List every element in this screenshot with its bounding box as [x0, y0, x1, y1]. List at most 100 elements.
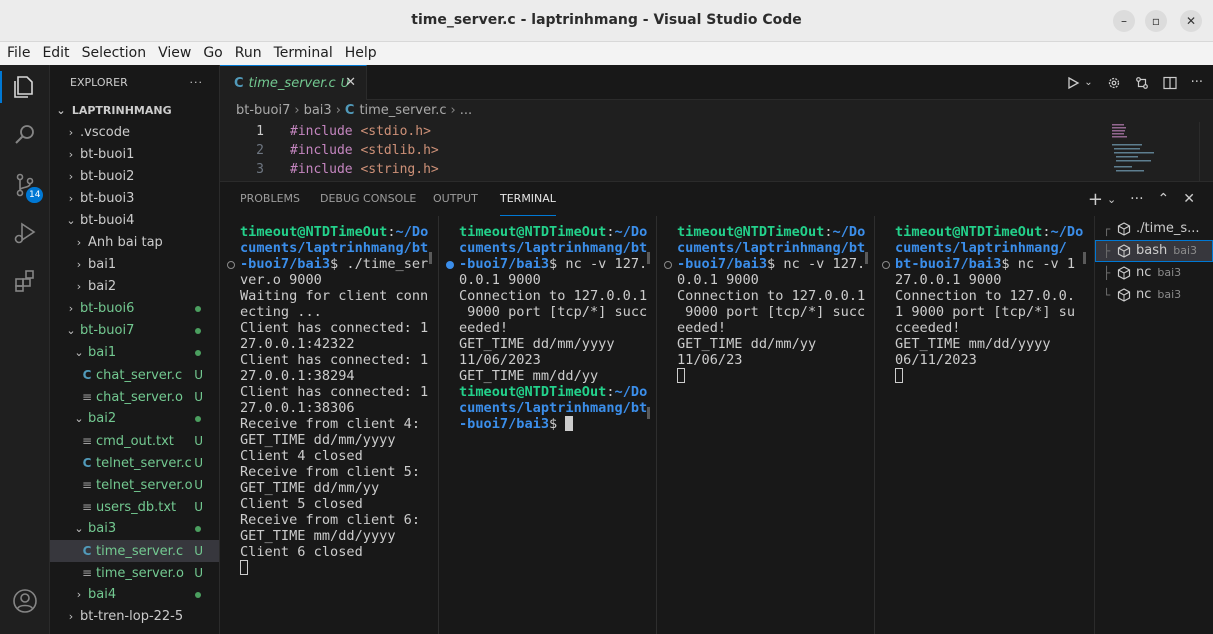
menu-run[interactable]: Run: [231, 42, 266, 64]
maximize-button[interactable]: ▫: [1145, 10, 1167, 32]
tree-item-label: bt-buoi4: [80, 213, 135, 228]
terminal-scrollbar[interactable]: [865, 252, 868, 264]
terminal-divider[interactable]: [874, 216, 875, 634]
file-item[interactable]: Ctime_server.c U: [50, 540, 219, 562]
breadcrumb-item[interactable]: ...: [460, 103, 472, 118]
folder-item[interactable]: ⌄ bai2: [50, 408, 219, 430]
breadcrumb-item[interactable]: time_server.c: [359, 103, 446, 118]
run-icon[interactable]: [1066, 76, 1080, 90]
folder-item[interactable]: › bt-buoi3: [50, 188, 219, 210]
source-control-activity[interactable]: 14: [0, 165, 50, 205]
file-item[interactable]: ≡ chat_server.o U: [50, 386, 219, 408]
explorer-more-actions[interactable]: ···: [190, 65, 204, 100]
command-decoration-icon[interactable]: [664, 261, 672, 269]
new-terminal-icon[interactable]: +: [1088, 189, 1103, 210]
menu-view[interactable]: View: [154, 42, 195, 64]
workspace-root[interactable]: ⌄ LAPTRINHMANG: [50, 100, 219, 122]
minimize-button[interactable]: –: [1113, 10, 1135, 32]
file-item[interactable]: ≡ cmd_out.txt U: [50, 430, 219, 452]
extensions-activity[interactable]: [0, 261, 50, 301]
tab-debug-console[interactable]: DEBUG CONSOLE: [320, 182, 416, 216]
terminal-divider[interactable]: [438, 216, 439, 634]
terminal-pane-client-2[interactable]: timeout@NTDTimeOut:~/Do cuments/laptrinhm…: [677, 216, 877, 634]
terminal-list-item[interactable]: ┌ ./time_s...: [1095, 218, 1213, 240]
tab-terminal[interactable]: TERMINAL: [500, 182, 556, 216]
c-file-icon: C: [82, 368, 92, 382]
split-editor-icon[interactable]: [1162, 76, 1177, 90]
folder-item[interactable]: › bt-buoi6: [50, 298, 219, 320]
terminal-text: :: [824, 224, 833, 240]
terminal-pane-client-1[interactable]: timeout@NTDTimeOut:~/Do cuments/laptrinhm…: [459, 216, 659, 634]
folder-item[interactable]: › bt-buoi2: [50, 166, 219, 188]
folder-item[interactable]: ⌄ bt-buoi4: [50, 210, 219, 232]
terminal-scrollbar[interactable]: [647, 252, 650, 264]
menu-go[interactable]: Go: [199, 42, 226, 64]
terminal-pane-server[interactable]: timeout@NTDTimeOut:~/Do cuments/laptrinhm…: [240, 216, 440, 634]
accounts-activity[interactable]: [0, 581, 50, 621]
menu-selection[interactable]: Selection: [78, 42, 151, 64]
editor-tab-time-server[interactable]: Ctime_server.c U ✕: [220, 65, 367, 100]
folder-item[interactable]: › Anh bai tap: [50, 232, 219, 254]
run-dropdown-chevron-icon[interactable]: ⌄: [1084, 77, 1092, 88]
file-item[interactable]: Cchat_server.c U: [50, 364, 219, 386]
terminal-text: :: [606, 224, 615, 240]
terminal-scrollbar[interactable]: [647, 407, 650, 419]
terminal-pane-client-3[interactable]: timeout@NTDTimeOut:~/Do cuments/laptrinhm…: [895, 216, 1091, 634]
folder-item[interactable]: › bai2: [50, 276, 219, 298]
tab-output[interactable]: OUTPUT: [433, 182, 478, 216]
editor-scrollbar[interactable]: [1199, 122, 1213, 182]
terminal-line: [895, 368, 1091, 384]
minimap[interactable]: [1104, 122, 1199, 182]
terminal-line: Client has connected: 1: [240, 384, 440, 400]
close-window-button[interactable]: ✕: [1180, 10, 1202, 32]
menu-help[interactable]: Help: [341, 42, 381, 64]
folder-item[interactable]: › bt-tren-lop-22-5: [50, 606, 219, 628]
editor-more-actions[interactable]: ···: [1191, 75, 1203, 90]
folder-item[interactable]: › bt-buoi1: [50, 144, 219, 166]
terminal-list-item[interactable]: └ nc bai3: [1095, 284, 1213, 306]
terminal-line: 27.0.0.1 9000: [895, 272, 1091, 288]
menu-edit[interactable]: Edit: [38, 42, 73, 64]
folder-item[interactable]: › bai4: [50, 584, 219, 606]
terminal-line: Connection to 127.0.0.: [895, 288, 1091, 304]
file-item[interactable]: Ctelnet_server.c U: [50, 452, 219, 474]
terminal-list-item[interactable]: ├ nc bai3: [1095, 262, 1213, 284]
command-decoration-icon[interactable]: [446, 261, 454, 269]
file-item[interactable]: ≡ users_db.txt U: [50, 496, 219, 518]
terminal-list: ┌ ./time_s... ├ bash bai3 ├ nc bai3 └ nc bai3: [1094, 216, 1213, 634]
explorer-activity[interactable]: [0, 67, 50, 107]
close-panel-icon[interactable]: ✕: [1183, 191, 1195, 207]
command-decoration-icon[interactable]: [882, 261, 890, 269]
modified-dot-icon: [195, 306, 201, 312]
menu-terminal[interactable]: Terminal: [270, 42, 337, 64]
terminal-text: ver.o 9000: [240, 272, 322, 288]
terminal-scrollbar[interactable]: [1083, 252, 1086, 264]
breadcrumb-item[interactable]: bt-buoi7: [236, 103, 290, 118]
compare-changes-icon[interactable]: [1135, 76, 1149, 90]
file-item[interactable]: ≡ telnet_server.o U: [50, 474, 219, 496]
panel-more-actions[interactable]: ···: [1130, 191, 1143, 207]
run-debug-activity[interactable]: [0, 213, 50, 253]
folder-item[interactable]: › bai1: [50, 254, 219, 276]
terminal-dropdown-chevron-icon[interactable]: ⌄: [1107, 193, 1116, 206]
terminal-scrollbar[interactable]: [429, 252, 432, 264]
menu-file[interactable]: File: [3, 42, 34, 64]
terminal-divider[interactable]: [656, 216, 657, 634]
tree-connector: ├: [1103, 266, 1111, 280]
file-item[interactable]: ≡ time_server.o U: [50, 562, 219, 584]
folder-item[interactable]: › .vscode: [50, 122, 219, 144]
tree-item-label: bai1: [88, 345, 117, 360]
search-activity[interactable]: [0, 115, 50, 155]
gear-icon[interactable]: [1107, 76, 1121, 90]
close-tab-icon[interactable]: ✕: [345, 66, 356, 100]
folder-item[interactable]: ⌄ bai3: [50, 518, 219, 540]
breadcrumb-item[interactable]: bai3: [304, 103, 332, 118]
code-view[interactable]: 1 #include <stdio.h> 2 #include <stdlib.h>…: [220, 122, 1213, 179]
maximize-panel-icon[interactable]: ⌃: [1158, 191, 1170, 207]
folder-item[interactable]: ⌄ bt-buoi7: [50, 320, 219, 342]
tab-problems[interactable]: PROBLEMS: [240, 182, 300, 216]
command-decoration-icon[interactable]: [227, 261, 235, 269]
folder-item[interactable]: ⌄ bai1: [50, 342, 219, 364]
terminal-text: 1 9000 port [tcp/*] su: [895, 304, 1076, 320]
terminal-list-item[interactable]: ├ bash bai3: [1095, 240, 1213, 262]
